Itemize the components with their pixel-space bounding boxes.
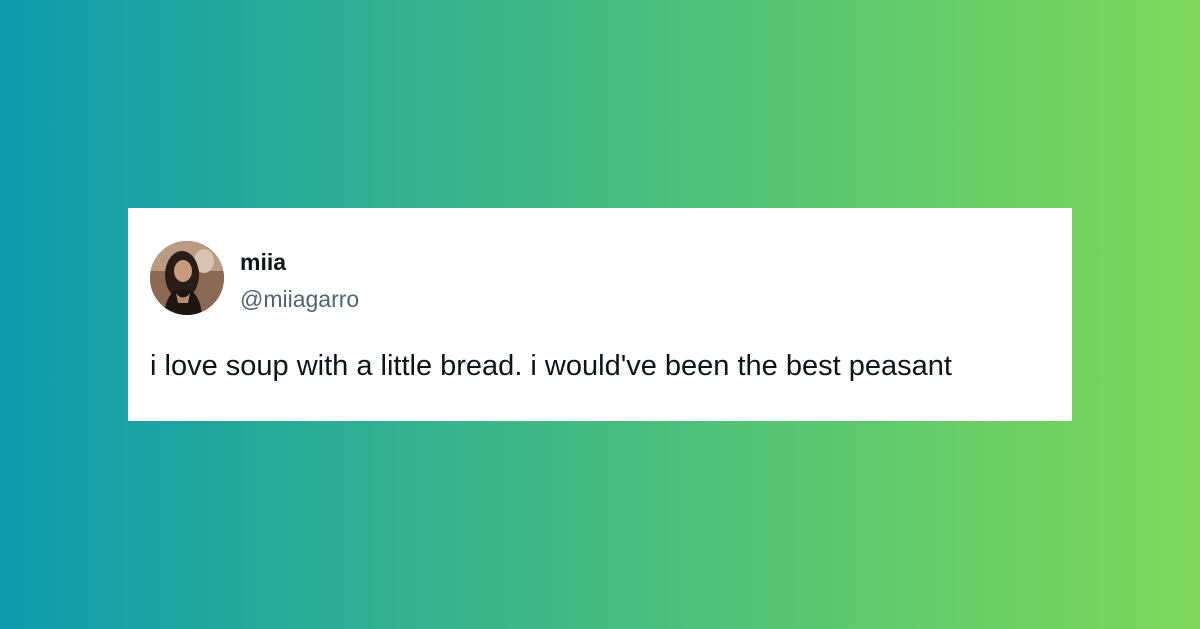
display-name[interactable]: miia <box>240 248 286 276</box>
tweet-card: miia @miiagarro i love soup with a littl… <box>128 208 1072 421</box>
avatar-photo-icon <box>150 241 224 315</box>
tweet-text: i love soup with a little bread. i would… <box>150 350 952 382</box>
user-handle[interactable]: @miiagarro <box>240 285 359 313</box>
avatar[interactable] <box>150 241 224 315</box>
